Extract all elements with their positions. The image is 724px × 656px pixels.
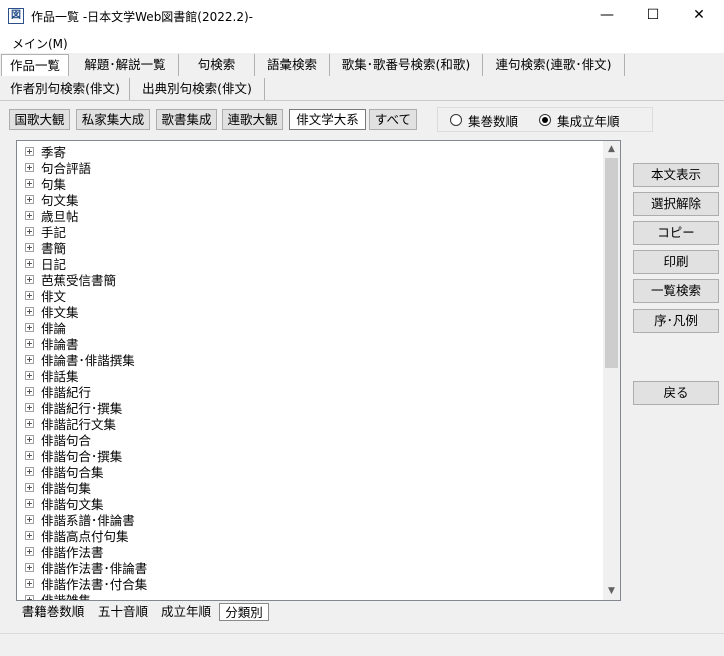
expand-icon[interactable] — [25, 466, 34, 476]
scroll-up-icon[interactable]: ▲ — [603, 141, 620, 158]
expand-icon[interactable] — [25, 482, 34, 492]
collection-kokka-taikan-button[interactable]: 国歌大観 — [9, 109, 70, 130]
preface-button[interactable]: 序･凡例 — [633, 309, 719, 333]
print-button[interactable]: 印刷 — [633, 250, 719, 274]
expand-icon[interactable] — [25, 386, 34, 396]
expand-icon[interactable] — [25, 274, 34, 284]
back-button[interactable]: 戻る — [633, 381, 719, 405]
maximize-icon: ☐ — [646, 7, 660, 23]
collection-renga-button[interactable]: 連歌大観 — [222, 109, 283, 130]
expand-icon[interactable] — [25, 290, 34, 300]
expand-icon[interactable] — [25, 210, 34, 220]
maximize-button[interactable]: ☐ — [630, 0, 676, 31]
expand-icon[interactable] — [25, 498, 34, 508]
tab-vocabulary-search[interactable]: 語彙検索 — [255, 54, 330, 76]
tree-item[interactable]: 芭蕉受信書簡 — [25, 271, 116, 288]
expand-icon[interactable] — [25, 226, 34, 236]
radio-label: 集成立年順 — [557, 113, 620, 129]
menu-bar — [0, 31, 724, 53]
radio-button-selected[interactable] — [539, 114, 551, 126]
expand-icon[interactable] — [25, 354, 34, 364]
tab-commentary-list[interactable]: 解題･解説一覧 — [72, 54, 179, 76]
bottom-tab-category[interactable]: 分類別 — [219, 603, 269, 621]
radio-label: 集巻数順 — [468, 113, 519, 129]
expand-icon[interactable] — [25, 322, 34, 332]
expand-icon[interactable] — [25, 146, 34, 156]
close-icon: ✕ — [693, 7, 705, 23]
tab-source-verse-search[interactable]: 出典別句検索(俳文) — [130, 78, 265, 100]
expand-icon[interactable] — [25, 162, 34, 172]
menu-main[interactable]: メイン(M) — [12, 35, 68, 52]
close-button[interactable]: ✕ — [676, 0, 722, 31]
expand-icon[interactable] — [25, 546, 34, 556]
show-text-button[interactable]: 本文表示 — [633, 163, 719, 187]
expand-icon[interactable] — [25, 306, 34, 316]
status-bar — [0, 633, 724, 656]
tree-item[interactable]: 俳諧雑集 — [25, 591, 92, 601]
window-title: 作品一覧 -日本文学Web図書館(2022.2)- — [31, 10, 253, 24]
expand-icon[interactable] — [25, 514, 34, 524]
collection-haibun-button[interactable]: 俳文学大系 — [289, 109, 366, 130]
expand-icon[interactable] — [25, 370, 34, 380]
expand-icon[interactable] — [25, 450, 34, 460]
list-search-button[interactable]: 一覧検索 — [633, 279, 719, 303]
category-tree[interactable]: 季寄 句合評語 句集 句文集 歳旦帖 手記 書簡 日記 芭蕉受信書簡 俳文 俳文集 俳論 俳論書 俳論書･… — [16, 140, 621, 601]
expand-icon[interactable] — [25, 194, 34, 204]
app-icon: 図 — [8, 8, 24, 24]
scroll-down-icon[interactable]: ▼ — [603, 583, 620, 600]
expand-icon[interactable] — [25, 242, 34, 252]
tab-works-list[interactable]: 作品一覧 — [1, 54, 69, 76]
tab-anthology-search[interactable]: 歌集･歌番号検索(和歌) — [330, 54, 483, 76]
expand-icon[interactable] — [25, 594, 34, 600]
expand-icon[interactable] — [25, 178, 34, 188]
expand-icon[interactable] — [25, 258, 34, 268]
expand-icon[interactable] — [25, 434, 34, 444]
tab-divider — [0, 100, 724, 101]
tab-verse-search[interactable]: 句検索 — [179, 54, 255, 76]
collection-all-button[interactable]: すべて — [369, 109, 417, 130]
expand-icon[interactable] — [25, 562, 34, 572]
expand-icon[interactable] — [25, 578, 34, 588]
collection-shikashu-button[interactable]: 私家集大成 — [76, 109, 150, 130]
expand-icon[interactable] — [25, 418, 34, 428]
expand-icon[interactable] — [25, 530, 34, 540]
radio-volume-order[interactable]: 集巻数順 — [450, 113, 519, 129]
clear-selection-button[interactable]: 選択解除 — [633, 192, 719, 216]
tab-renku-search[interactable]: 連句検索(連歌･俳文) — [483, 54, 625, 76]
bottom-tab-year-order[interactable]: 成立年順 — [156, 603, 216, 621]
bottom-tab-volume-order[interactable]: 書籍巻数順 — [16, 603, 90, 621]
expand-icon[interactable] — [25, 338, 34, 348]
collection-kasho-button[interactable]: 歌書集成 — [156, 109, 217, 130]
bottom-tab-gojuon-order[interactable]: 五十音順 — [93, 603, 153, 621]
copy-button[interactable]: コピー — [633, 221, 719, 245]
scrollbar-thumb[interactable] — [605, 158, 618, 368]
radio-year-order[interactable]: 集成立年順 — [539, 113, 620, 129]
expand-icon[interactable] — [25, 402, 34, 412]
minimize-icon: — — [600, 7, 614, 23]
tree-item-label: 俳諧雑集 — [41, 592, 92, 601]
tab-author-verse-search[interactable]: 作者別句検索(俳文) — [1, 78, 130, 100]
minimize-button[interactable]: — — [584, 0, 630, 31]
resize-grip-icon[interactable] — [708, 640, 720, 652]
radio-button[interactable] — [450, 114, 462, 126]
